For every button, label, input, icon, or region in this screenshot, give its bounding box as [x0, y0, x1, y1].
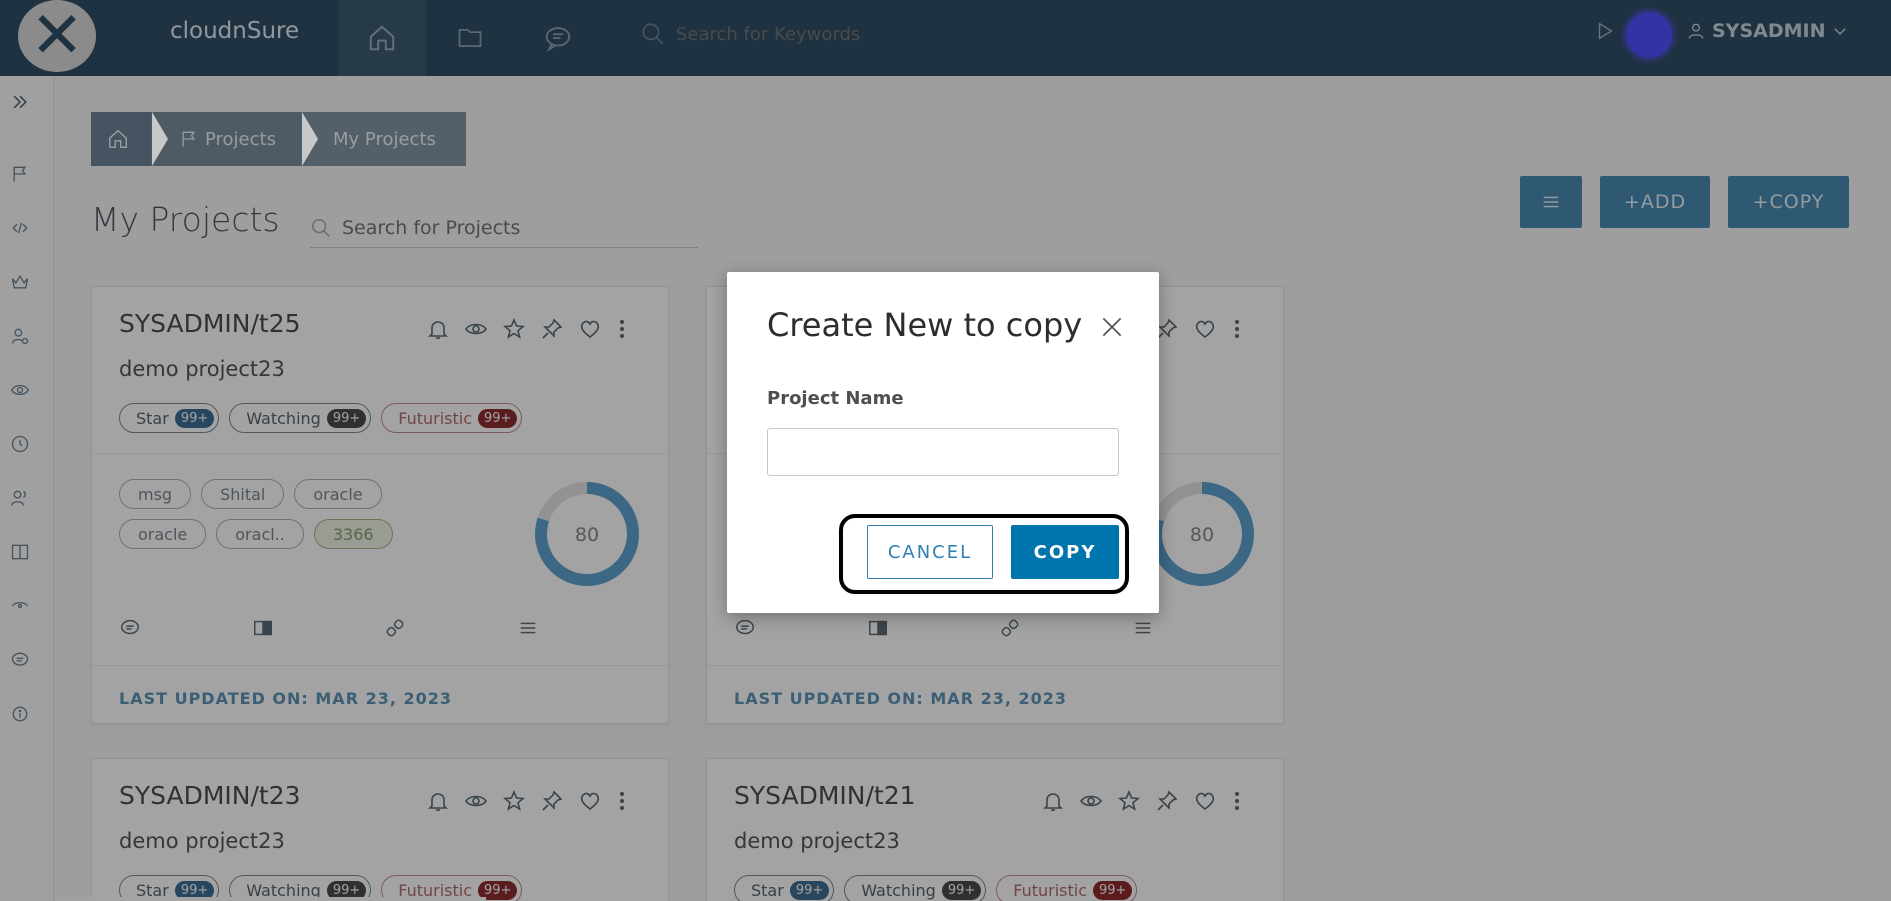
close-icon[interactable] [1099, 314, 1125, 340]
copy-button[interactable]: COPY [1011, 525, 1119, 579]
project-name-field[interactable] [767, 428, 1119, 476]
copy-project-dialog: Create New to copy Project Name CANCEL C… [727, 272, 1159, 613]
cancel-button[interactable]: CANCEL [867, 525, 993, 579]
project-name-label: Project Name [767, 388, 904, 409]
dialog-title: Create New to copy [767, 306, 1083, 344]
